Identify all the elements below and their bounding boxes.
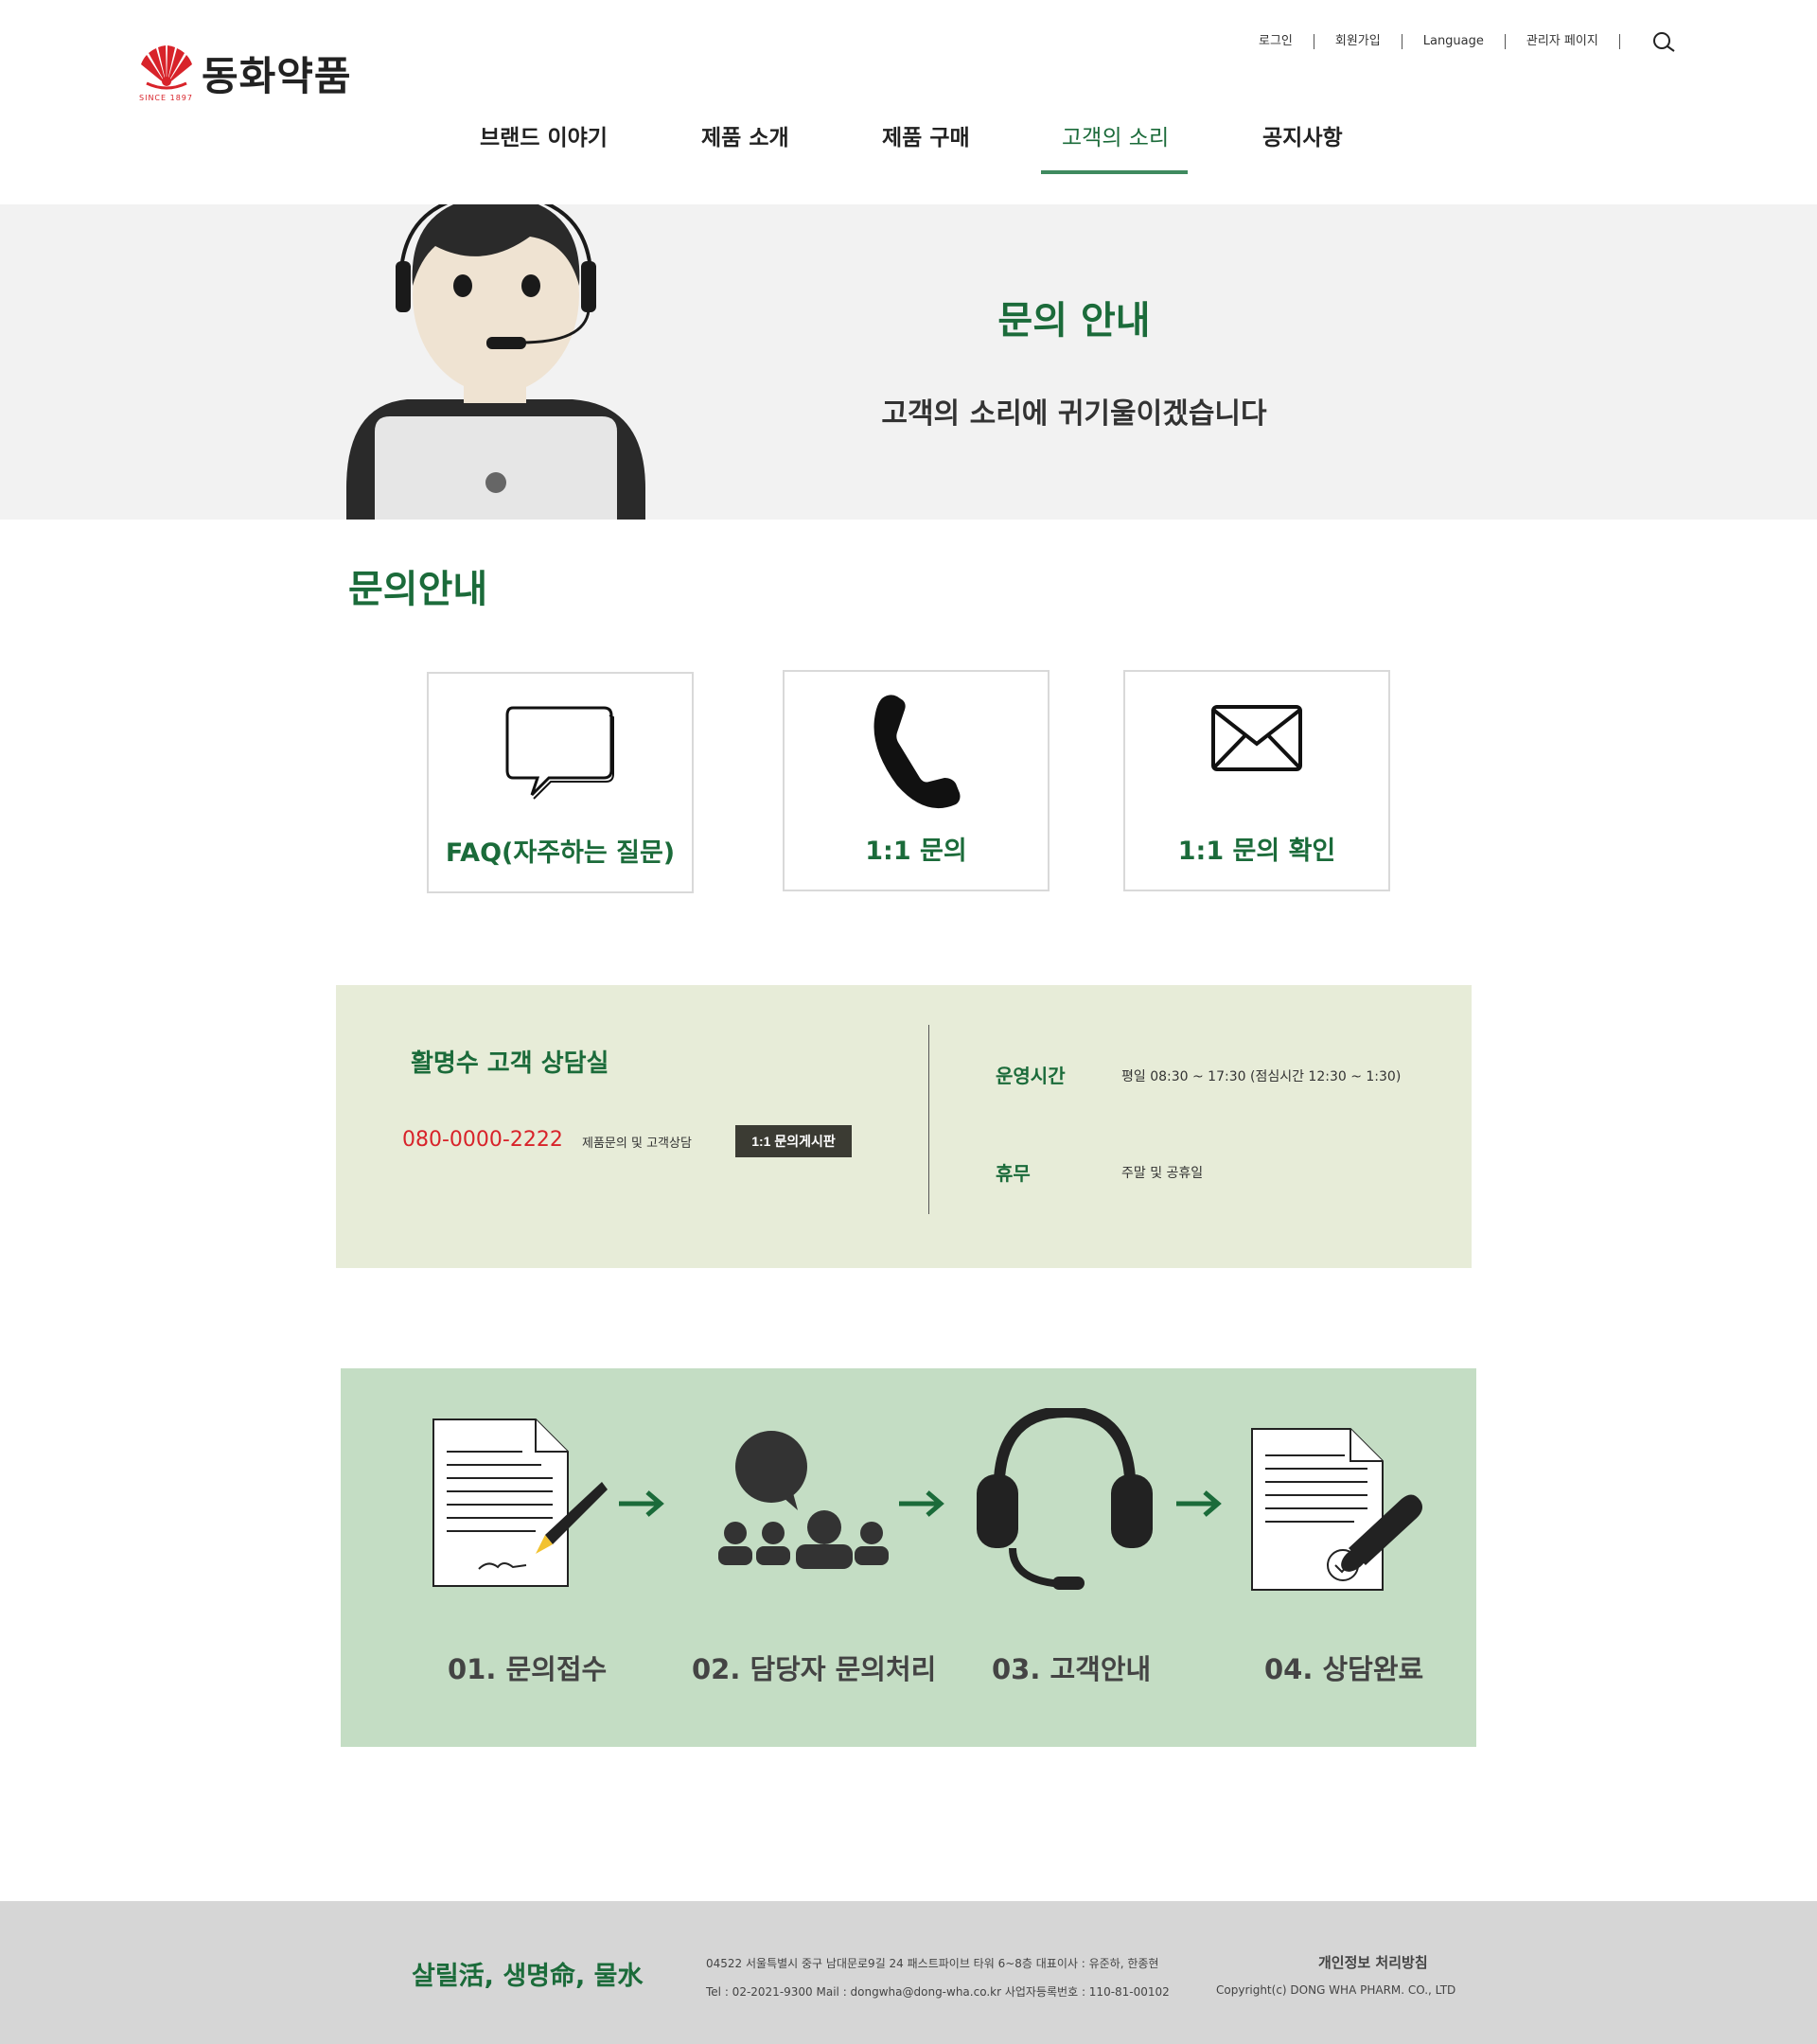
phone-icon (785, 691, 1048, 814)
contact-phone: 080-0000-2222 (402, 1128, 563, 1152)
main-nav: 브랜드 이야기 제품 소개 제품 구매 고객의 소리 공지사항 (0, 119, 1817, 172)
call-agent-illustration (346, 204, 645, 520)
inquiry-card-label: 1:1 문의 (865, 837, 967, 866)
utility-nav: 로그인 회원가입 Language 관리자 페이지 (1259, 32, 1817, 51)
footer-contact-info: Tel : 02-2021-9300 Mail : dongwha@dong-w… (706, 1985, 1170, 1999)
inquiry-check-card-label: 1:1 문의 확인 (1177, 837, 1336, 866)
nav-notice[interactable]: 공지사항 (1262, 119, 1343, 157)
nav-purchase[interactable]: 제품 구매 (882, 119, 970, 157)
nav-products[interactable]: 제품 소개 (701, 119, 789, 157)
nav-customer-voice[interactable]: 고객의 소리 (1062, 119, 1169, 157)
process-step-2-label: 02. 담당자 문의처리 (692, 1653, 937, 1685)
process-step-4-label: 04. 상담완료 (1264, 1653, 1424, 1685)
login-link[interactable]: 로그인 (1259, 34, 1314, 49)
logo-fan-icon: SINCE 1897 (137, 44, 196, 102)
privacy-policy-link[interactable]: 개인정보 처리방침 (1318, 1952, 1428, 1972)
faq-card[interactable]: FAQ(자주하는 질문) (427, 672, 694, 893)
contact-divider (928, 1025, 929, 1214)
arrow-right-icon (899, 1490, 944, 1517)
hero-banner (0, 204, 1817, 520)
admin-page-link[interactable]: 관리자 페이지 (1504, 34, 1619, 49)
arrow-right-icon (619, 1490, 664, 1517)
footer-slogan: 살릴活, 생명命, 물水 (412, 1962, 644, 1991)
footer-address: 04522 서울특별시 중구 남대문로9길 24 패스트파이브 타워 6~8층 … (706, 1957, 1159, 1970)
hours-label: 운영시간 (996, 1065, 1066, 1087)
holiday-label: 휴무 (996, 1162, 1031, 1185)
footer-copyright: Copyright(c) DONG WHA PHARM. CO., LTD (1216, 1983, 1456, 1997)
inquiry-board-button[interactable]: 1:1 문의게시판 (735, 1125, 852, 1157)
nav-brand-story[interactable]: 브랜드 이야기 (480, 119, 608, 157)
footer (0, 1901, 1817, 2044)
faq-card-label: FAQ(자주하는 질문) (445, 838, 676, 868)
search-icon[interactable] (1651, 28, 1678, 55)
logo-since-text: SINCE 1897 (139, 94, 193, 102)
logo-text: 동화약품 (202, 52, 352, 99)
arrow-right-icon (1176, 1490, 1222, 1517)
process-step-1-label: 01. 문의접수 (448, 1653, 608, 1685)
process-step-3-label: 03. 고객안내 (992, 1653, 1152, 1685)
logo[interactable]: SINCE 1897 동화약품 (137, 44, 374, 102)
document-sign-icon (432, 1418, 608, 1587)
inquiry-card[interactable]: 1:1 문의 (783, 670, 1050, 891)
hero-title: 문의 안내 (997, 299, 1151, 343)
envelope-icon (1125, 691, 1388, 814)
nav-active-indicator (1041, 170, 1188, 174)
headset-icon (977, 1408, 1153, 1590)
contact-desc: 제품문의 및 고객상담 (582, 1137, 692, 1151)
contact-title: 활명수 고객 상담실 (411, 1049, 609, 1078)
contact-center-box (336, 985, 1472, 1268)
holiday-value: 주말 및 공휴일 (1121, 1166, 1204, 1181)
language-link[interactable]: Language (1401, 34, 1505, 49)
section-title: 문의안내 (348, 568, 488, 611)
util-divider (1618, 34, 1620, 49)
inquiry-check-card[interactable]: 1:1 문의 확인 (1123, 670, 1390, 891)
document-stamp-icon (1251, 1428, 1422, 1591)
people-chat-icon (718, 1431, 889, 1569)
hours-value: 평일 08:30 ~ 17:30 (점심시간 12:30 ~ 1:30) (1121, 1069, 1402, 1084)
hero-subtitle: 고객의 소리에 귀기울이겠습니다 (881, 397, 1267, 431)
speech-bubble-icon (429, 693, 692, 816)
signup-link[interactable]: 회원가입 (1313, 34, 1402, 49)
